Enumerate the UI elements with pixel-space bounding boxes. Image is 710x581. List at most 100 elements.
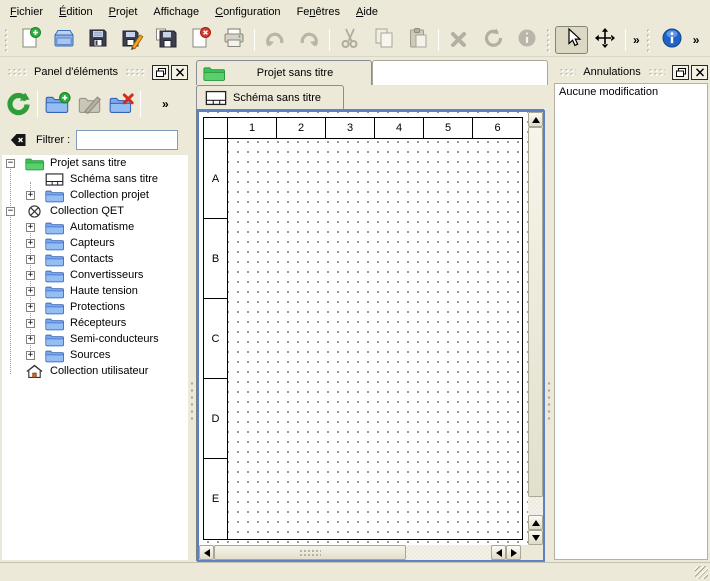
menu-item-affichage[interactable]: Affichage — [145, 3, 207, 21]
undo-button[interactable] — [258, 26, 292, 54]
delete-category-button[interactable] — [105, 88, 137, 120]
toolbar-drag-handle[interactable] — [4, 28, 11, 52]
clear-filter-button[interactable] — [6, 129, 30, 151]
tree-expander-plus[interactable]: + — [26, 239, 35, 248]
scroll-left-button-2[interactable] — [491, 545, 506, 560]
hscroll-track[interactable] — [406, 545, 491, 560]
resize-grip[interactable] — [695, 566, 708, 579]
tab-schema[interactable]: Schéma sans titre — [196, 85, 344, 110]
about-info-button[interactable] — [655, 26, 689, 54]
tree-expander-minus[interactable]: − — [6, 159, 15, 168]
grid-area[interactable] — [228, 139, 522, 539]
toolbar-drag-handle[interactable] — [546, 28, 553, 52]
filter-input[interactable] — [76, 130, 178, 150]
tree-item-convertisseurs[interactable]: +Convertisseurs — [2, 267, 188, 283]
paste-button[interactable] — [401, 26, 435, 54]
redo-button[interactable] — [292, 26, 326, 54]
vscroll-track[interactable] — [528, 497, 543, 515]
tree-expander-plus[interactable]: + — [26, 303, 35, 312]
tree-expander-plus[interactable]: + — [26, 319, 35, 328]
tree-expander-plus[interactable]: + — [26, 271, 35, 280]
menu-item-edition[interactable]: Édition — [51, 3, 101, 21]
arrow-up-icon — [532, 117, 540, 123]
tab-project[interactable]: Projet sans titre — [196, 60, 372, 85]
tree-item-capteurs[interactable]: +Capteurs — [2, 235, 188, 251]
right-splitter[interactable] — [545, 62, 554, 560]
save-as-button[interactable] — [115, 26, 149, 54]
panel-toolbar-overflow-button[interactable]: » — [158, 97, 173, 111]
menu-item-fichier[interactable]: Fichier — [2, 3, 51, 21]
tree-item-sources[interactable]: +Sources — [2, 347, 188, 363]
tree-expander-plus[interactable]: + — [26, 255, 35, 264]
tree-item-collection-utilisateur[interactable]: Collection utilisateur — [2, 363, 188, 379]
scroll-right-button[interactable] — [506, 545, 521, 560]
tree-expander-plus[interactable]: + — [26, 287, 35, 296]
save-button[interactable] — [81, 26, 115, 54]
tree-item-contacts[interactable]: +Contacts — [2, 251, 188, 267]
edit-category-button[interactable] — [73, 88, 105, 120]
float-panel-button[interactable] — [672, 65, 689, 80]
scroll-down-button[interactable] — [528, 530, 543, 545]
tree-expander-plus[interactable]: + — [26, 191, 35, 200]
tree-expander-plus[interactable]: + — [26, 351, 35, 360]
toolbar-overflow-button[interactable]: » — [689, 33, 704, 47]
tree-item-protections[interactable]: +Protections — [2, 299, 188, 315]
tree-expander-plus[interactable]: + — [26, 335, 35, 344]
toolbar-drag-handle[interactable] — [646, 28, 653, 52]
toolbar-overflow-button[interactable]: » — [629, 33, 644, 47]
tree-item-collection-qet[interactable]: −Collection QET — [2, 203, 188, 219]
tree-item-schema-sans-titre[interactable]: Schéma sans titre — [2, 171, 188, 187]
diagram-view[interactable]: 123456 ABCDE — [197, 110, 545, 562]
info-gray-icon — [515, 26, 539, 53]
scroll-left-button[interactable] — [199, 545, 214, 560]
delete-button[interactable] — [442, 26, 476, 54]
tree-item-label: Récepteurs — [70, 317, 126, 329]
scroll-up-button-2[interactable] — [528, 515, 543, 530]
left-splitter[interactable] — [188, 62, 196, 560]
vscroll-thumb[interactable] — [528, 127, 543, 497]
reload-collections-button[interactable] — [2, 88, 34, 120]
tree-expander-minus[interactable]: − — [6, 207, 15, 216]
print-button[interactable] — [217, 26, 251, 54]
new-project-button[interactable] — [13, 26, 47, 54]
folder-blue-icon — [45, 300, 64, 315]
tab-schema-label: Schéma sans titre — [233, 92, 321, 104]
toolbar-separator — [37, 91, 38, 117]
menu-item-aide[interactable]: Aide — [348, 3, 386, 21]
menu-item-projet[interactable]: Projet — [101, 3, 146, 21]
qelectrotech-window: FichierÉditionProjetAffichageConfigurati… — [0, 0, 710, 581]
tree-item-automatisme[interactable]: +Automatisme — [2, 219, 188, 235]
copy-button[interactable] — [367, 26, 401, 54]
undo-panel-titlebar[interactable]: Annulations — [554, 62, 708, 82]
row-header-column: ABCDE — [204, 139, 228, 539]
menu-item-configuration[interactable]: Configuration — [207, 3, 288, 21]
menu-item-fenetres[interactable]: Fenêtres — [289, 3, 348, 21]
conductor-info-button[interactable] — [510, 26, 544, 54]
cut-button[interactable] — [333, 26, 367, 54]
selection-mode-button[interactable] — [555, 26, 588, 54]
tree-item-projet-sans-titre[interactable]: −Projet sans titre — [2, 155, 188, 171]
new-category-button[interactable] — [41, 88, 73, 120]
tree-item-semi-conducteurs[interactable]: +Semi-conducteurs — [2, 331, 188, 347]
undo-history-list[interactable]: Aucune modification — [554, 83, 708, 560]
vertical-scrollbar[interactable] — [528, 112, 543, 545]
elements-panel-titlebar[interactable]: Panel d'éléments — [2, 62, 188, 82]
rotate-button[interactable] — [476, 26, 510, 54]
tree-expander-plus[interactable]: + — [26, 223, 35, 232]
close-panel-button[interactable] — [171, 65, 188, 80]
save-all-button[interactable] — [149, 26, 183, 54]
pan-mode-button[interactable] — [588, 26, 622, 54]
tree-item-collection-projet[interactable]: +Collection projet — [2, 187, 188, 203]
diagram-canvas[interactable]: 123456 ABCDE — [199, 112, 528, 545]
float-panel-button[interactable] — [152, 65, 169, 80]
horizontal-scrollbar[interactable] — [199, 545, 528, 560]
tree-item-haute-tension[interactable]: +Haute tension — [2, 283, 188, 299]
tab-empty[interactable] — [372, 60, 548, 85]
open-project-button[interactable] — [47, 26, 81, 54]
hscroll-thumb[interactable] — [214, 545, 406, 560]
undo-list-item[interactable]: Aucune modification — [555, 84, 707, 100]
close-panel-button[interactable] — [691, 65, 708, 80]
scroll-up-button[interactable] — [528, 112, 543, 127]
close-file-button[interactable] — [183, 26, 217, 54]
tree-item-recepteurs[interactable]: + Récepteurs — [2, 315, 188, 331]
